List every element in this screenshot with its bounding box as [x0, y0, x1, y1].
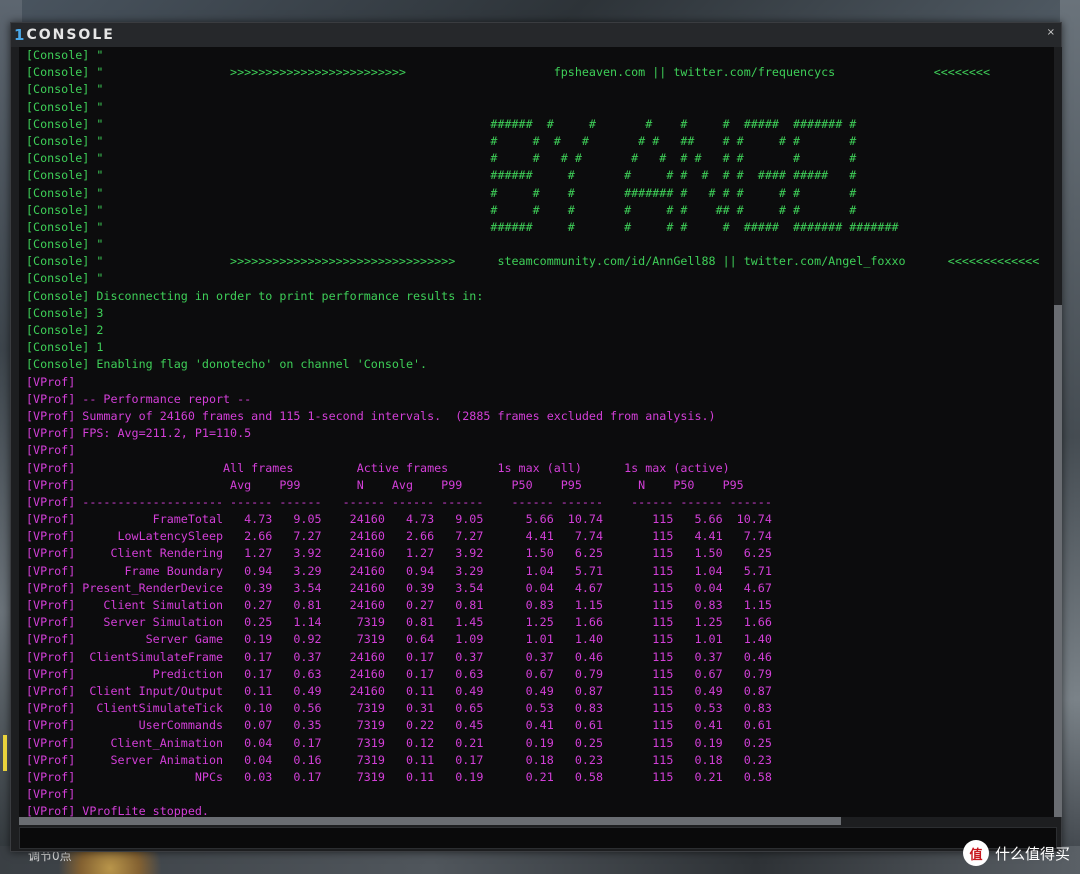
- log-line: [VProf] -- Performance report --: [26, 391, 252, 406]
- watermark-text: 什么值得买: [994, 844, 1070, 863]
- log-line: [VProf] Present_RenderDevice 0.39 3.54 2…: [26, 580, 772, 595]
- log-line: [VProf]: [26, 787, 76, 802]
- log-line: [Console] " >>>>>>>>>>>>>>>>>>>>>>>>>>>>…: [26, 254, 1040, 269]
- background-yellow-marker: [3, 735, 7, 771]
- app-logo-icon: 1: [14, 26, 25, 44]
- horizontal-scroll-thumb[interactable]: [19, 817, 841, 825]
- log-line: [Console] " ###### # # # # # ##### #####…: [26, 116, 857, 131]
- log-line: [VProf] Frame Boundary 0.94 3.29 24160 0…: [26, 563, 772, 578]
- log-line: [Console] " ###### # # # # # # # #### ##…: [26, 168, 857, 183]
- log-line: [VProf] Server Simulation 0.25 1.14 7319…: [26, 615, 772, 630]
- log-line: [VProf]: [26, 374, 76, 389]
- log-line: [VProf] Summary of 24160 frames and 115 …: [26, 408, 716, 423]
- log-line: [Console] " # # # # # # ## # # # #: [26, 202, 857, 217]
- log-line: [VProf] Avg P99 N Avg P99 P50 P95 N P50 …: [26, 477, 744, 492]
- vertical-scrollbar[interactable]: [1054, 47, 1062, 817]
- log-line: [Console] ": [26, 237, 104, 252]
- log-line: [Console] 1: [26, 340, 104, 355]
- log-line: [VProf] Prediction 0.17 0.63 24160 0.17 …: [26, 666, 772, 681]
- log-line: [Console] Enabling flag 'donotecho' on c…: [26, 357, 428, 372]
- title-bar[interactable]: 1 CONSOLE ×: [11, 23, 1061, 47]
- log-line: [VProf] ClientSimulateFrame 0.17 0.37 24…: [26, 649, 772, 664]
- log-line: [VProf] Client_Animation 0.04 0.17 7319 …: [26, 735, 772, 750]
- log-line: [Console] " ###### # # # # # ##### #####…: [26, 219, 899, 234]
- log-line: [VProf] -------------------- ------ ----…: [26, 494, 772, 509]
- log-line: [VProf] Client Simulation 0.27 0.81 2416…: [26, 598, 772, 612]
- vertical-scroll-thumb[interactable]: [1054, 305, 1062, 817]
- log-line: [VProf] All frames Active frames 1s max …: [26, 460, 730, 475]
- log-line: [Console] ": [26, 48, 104, 62]
- log-line: [VProf] FrameTotal 4.73 9.05 24160 4.73 …: [26, 512, 772, 527]
- log-line: [Console] ": [26, 82, 104, 97]
- log-line: [VProf] LowLatencySleep 2.66 7.27 24160 …: [26, 529, 772, 544]
- log-line: [VProf] FPS: Avg=211.2, P1=110.5: [26, 426, 252, 441]
- log-line: [Console] " # # # ####### # # # # # # #: [26, 185, 857, 200]
- console-input[interactable]: [20, 829, 1056, 849]
- log-line: [Console] " # # # # # # ## # # # # #: [26, 133, 857, 148]
- background-right-strip: [1060, 0, 1080, 874]
- log-line: [VProf] UserCommands 0.07 0.35 7319 0.22…: [26, 718, 772, 733]
- log-line: [Console] 2: [26, 323, 104, 337]
- log-line: [Console] " # # # # # # # # # # # #: [26, 151, 857, 166]
- log-line: [VProf] Server Animation 0.04 0.16 7319 …: [26, 752, 772, 767]
- console-input-row[interactable]: [19, 827, 1057, 849]
- log-line: [Console] " >>>>>>>>>>>>>>>>>>>>>>>>> fp…: [26, 65, 990, 80]
- log-lines: [Console] " [Console] " >>>>>>>>>>>>>>>>>…: [26, 47, 1044, 817]
- log-line: [VProf] NPCs 0.03 0.17 7319 0.11 0.19 0.…: [26, 769, 772, 784]
- console-window[interactable]: 1 CONSOLE × [Console] " [Console] " >>>>>…: [10, 22, 1062, 852]
- log-line: [VProf] Client Input/Output 0.11 0.49 24…: [26, 683, 772, 698]
- window-title: CONSOLE: [26, 27, 115, 43]
- close-button[interactable]: ×: [1047, 27, 1055, 38]
- watermark: 值 什么值得买: [962, 840, 1070, 866]
- log-line: [Console] ": [26, 271, 104, 286]
- log-line: [Console] 3: [26, 305, 104, 320]
- log-line: [VProf] ClientSimulateTick 0.10 0.56 731…: [26, 701, 772, 716]
- log-line: [VProf] Client Rendering 1.27 3.92 24160…: [26, 546, 772, 561]
- console-output[interactable]: [Console] " [Console] " >>>>>>>>>>>>>>>>>…: [19, 47, 1057, 817]
- log-line: [VProf] Server Game 0.19 0.92 7319 0.64 …: [26, 632, 772, 647]
- horizontal-scrollbar[interactable]: [19, 817, 1054, 825]
- log-line: [Console] ": [26, 99, 104, 114]
- watermark-logo-icon: 值: [962, 840, 989, 866]
- log-line: [VProf] VProfLite stopped.: [26, 804, 209, 817]
- log-line: [VProf]: [26, 443, 76, 458]
- log-line: [Console] Disconnecting in order to prin…: [26, 288, 484, 303]
